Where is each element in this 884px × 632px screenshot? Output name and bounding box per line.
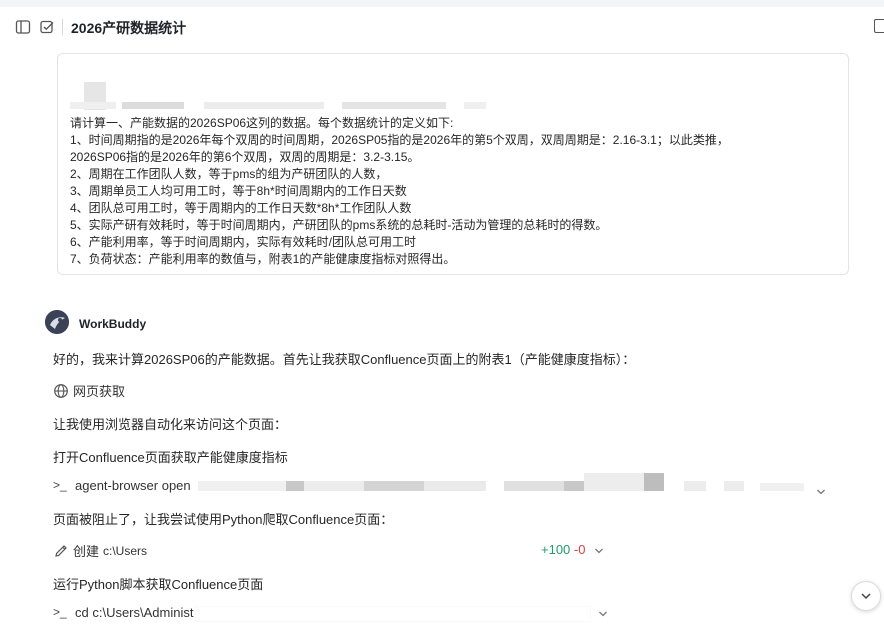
terminal-icon: >_ — [53, 605, 67, 619]
user-message: 请计算一、产能数据的2026SP06这列的数据。每个数据统计的定义如下: 1、时… — [57, 53, 849, 275]
diff-stats: +100 -0 — [541, 542, 585, 557]
chevron-down-icon — [861, 593, 871, 600]
command-text: cd c:\Users\Administ — [75, 604, 194, 620]
page-title: 2026产研数据统计 — [71, 20, 187, 36]
prompt-line: 3、周期单员工人均可用工时，等于8h*时间周期内的工作日天数 — [70, 184, 407, 198]
diff-additions: +100 — [541, 542, 571, 557]
assistant-message: 打开Confluence页面获取产能健康度指标 — [53, 450, 288, 465]
prompt-line: 6、产能利用率，等于时间周期内，实际有效耗时/团队总可用工时 — [70, 235, 417, 249]
checkbox-icon[interactable] — [39, 19, 55, 35]
redacted-text — [198, 481, 288, 491]
prompt-line: 2、周期在工作团队人数，等于pms的组为产研团队的人数， — [70, 167, 388, 181]
panel-toggle-icon[interactable] — [874, 19, 884, 33]
chevron-down-icon[interactable] — [598, 609, 608, 619]
diff-deletions: -0 — [573, 542, 586, 557]
command-text: agent-browser open — [75, 477, 191, 493]
redacted-text — [70, 102, 116, 109]
assistant-name: WorkBuddy — [79, 317, 147, 331]
prompt-line: 2026SP06指的是2026年的第6个双周，双周的周期是：3.2-3.15。 — [70, 150, 420, 164]
redacted-text — [724, 481, 744, 491]
prompt-line: 请计算一、产能数据的2026SP06这列的数据。每个数据统计的定义如下: — [70, 116, 454, 130]
redacted-text — [122, 102, 184, 109]
chevron-down-icon[interactable] — [816, 487, 826, 497]
tool-command-2[interactable]: >_ cd c:\Users\Administ — [53, 604, 193, 620]
redacted-text — [196, 607, 590, 621]
redacted-text — [644, 473, 664, 491]
redacted-text — [464, 102, 486, 109]
assistant-message: 好的，我来计算2026SP06的产能数据。首先让我获取Confluence页面上… — [53, 352, 636, 367]
top-bar: 2026产研数据统计 — [0, 7, 884, 45]
prompt-line: 5、实际产研有效耗时，等于时间周期内，产研团队的pms系统的总耗时-活动为管理的… — [70, 218, 608, 232]
terminal-icon: >_ — [53, 478, 67, 492]
sidebar-toggle-icon[interactable] — [15, 19, 31, 35]
file-path: c:\Users — [103, 543, 148, 558]
redacted-text — [760, 483, 804, 491]
redacted-text — [342, 102, 446, 109]
app-window: 2026产研数据统计 请计算一、产能数据的2026SP06这列的数据。每个数据统… — [0, 7, 884, 632]
assistant-message: 让我使用浏览器自动化来访问这个页面： — [53, 417, 288, 432]
toolbar-divider — [62, 19, 63, 35]
redacted-text — [584, 473, 644, 491]
redacted-text — [504, 481, 564, 491]
prompt-line: 4、团队总可用工时，等于周期内的工作日天数*8h*工作团队人数 — [70, 201, 412, 215]
prompt-text: 请计算一、产能数据的2026SP06这列的数据。每个数据统计的定义如下: 1、时… — [70, 115, 840, 268]
redacted-text — [684, 481, 706, 491]
tool-label: 创建 — [73, 544, 100, 559]
prompt-line: 1、时间周期指的是2026年每个双周的时间周期，2026SP05指的是2026年… — [70, 133, 729, 147]
pencil-icon — [55, 544, 67, 557]
assistant-message: 页面被阻止了，让我尝试使用Python爬取Confluence页面： — [53, 512, 394, 527]
scroll-to-bottom-button[interactable] — [851, 581, 881, 611]
redacted-text — [204, 102, 324, 109]
redacted-text — [304, 481, 364, 491]
tool-create-file[interactable]: 创建 c:\Users — [53, 541, 147, 560]
assistant-avatar — [45, 310, 69, 334]
redacted-text — [364, 481, 424, 491]
tool-label: 网页获取 — [73, 384, 126, 399]
prompt-line: 7、负荷状态：产能利用率的数值与，附表1的产能健康度指标对照得出。 — [70, 252, 456, 266]
avatar-logo-icon — [45, 310, 69, 334]
redacted-text — [286, 481, 304, 491]
globe-icon — [54, 383, 68, 398]
redacted-text — [564, 481, 584, 491]
chevron-down-icon[interactable] — [594, 546, 604, 556]
redacted-text — [424, 481, 486, 491]
tool-web-fetch[interactable]: 网页获取 — [53, 381, 125, 400]
assistant-message: 运行Python脚本获取Confluence页面 — [53, 577, 264, 592]
